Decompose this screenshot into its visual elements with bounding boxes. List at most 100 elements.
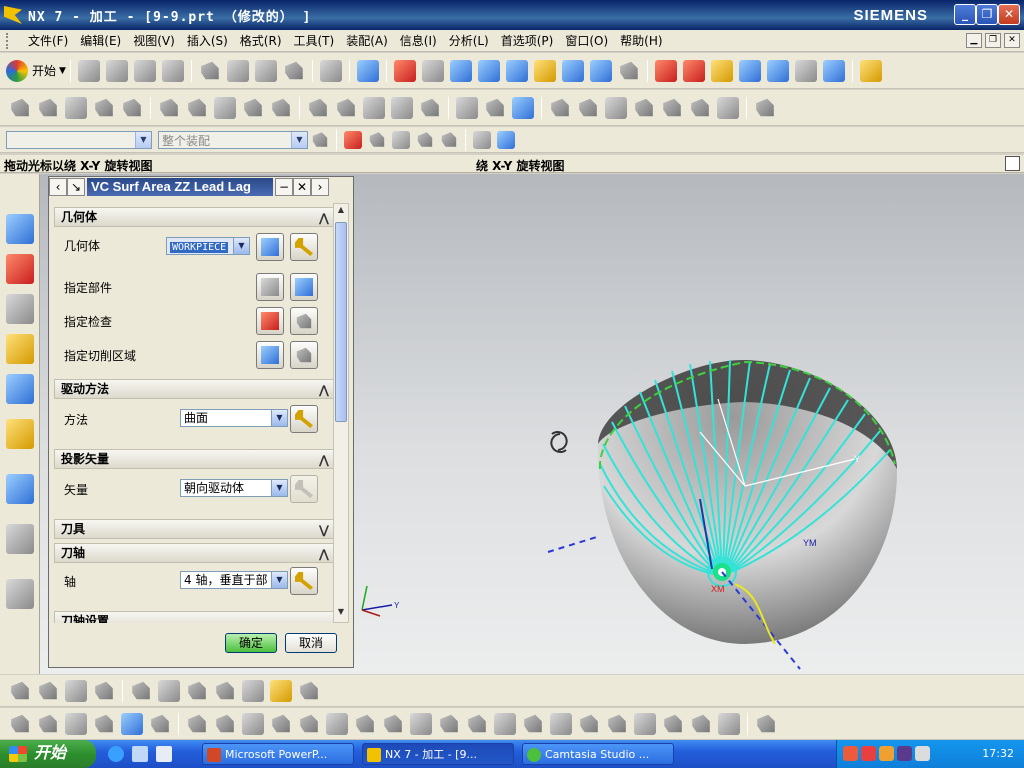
drive-method-select[interactable]: 曲面 ▼ (180, 409, 288, 427)
save-icon[interactable] (133, 59, 156, 82)
mdi-restore-icon[interactable]: ❐ (985, 33, 1001, 48)
feed-rate-icon[interactable] (635, 98, 653, 117)
shell-icon[interactable] (634, 712, 656, 735)
menu-view[interactable]: 视图(V) (127, 32, 181, 49)
pattern-icon[interactable] (242, 679, 264, 702)
new-file-icon[interactable] (77, 59, 100, 82)
zoom-window-icon[interactable] (421, 59, 444, 82)
move-face-icon[interactable] (39, 714, 57, 733)
information-icon[interactable] (6, 474, 34, 504)
intersection-icon[interactable] (441, 132, 457, 147)
zoom-icon[interactable] (449, 59, 472, 82)
wcs-icon[interactable] (654, 59, 677, 82)
section-tool[interactable]: 刀具 ⋁ (54, 519, 334, 539)
create-program-icon[interactable] (11, 98, 29, 117)
program-order-view-icon[interactable] (160, 98, 178, 117)
select-body-icon[interactable] (497, 130, 515, 149)
surface-ops-icon[interactable] (300, 681, 318, 700)
mirror-face-icon[interactable] (300, 714, 318, 733)
dialog-scrollbar[interactable]: ▲ ▼ (333, 203, 349, 623)
speed-icon[interactable] (663, 98, 681, 117)
constraint-navigator-icon[interactable] (6, 254, 34, 284)
tray-ime-icon[interactable] (879, 746, 894, 761)
perspective-icon[interactable] (561, 59, 584, 82)
verify-toolpath-icon[interactable] (766, 59, 789, 82)
coordinate-system-icon[interactable] (682, 59, 705, 82)
palette-icon[interactable] (6, 579, 34, 609)
close-operation-icon[interactable] (756, 98, 774, 117)
operation-navigator-icon[interactable] (6, 294, 34, 324)
rotate-view-icon[interactable] (505, 59, 528, 82)
link-icon[interactable] (158, 679, 180, 702)
make-coplanar-icon[interactable] (384, 714, 402, 733)
print-icon[interactable] (161, 59, 184, 82)
restore-button[interactable]: ❐ (976, 4, 998, 25)
copy-icon[interactable] (226, 59, 249, 82)
radial-dimension-icon[interactable] (550, 712, 572, 735)
replace-face-icon[interactable] (121, 712, 143, 735)
cue-toggle-icon[interactable] (1005, 156, 1020, 171)
reuse-library-icon[interactable] (6, 374, 34, 404)
constraint-face-icon[interactable] (356, 714, 374, 733)
make-coaxial-icon[interactable] (410, 712, 432, 735)
chain-icon[interactable] (664, 714, 682, 733)
tray-network-icon[interactable] (915, 746, 930, 761)
assembly-navigator-icon[interactable] (6, 214, 34, 244)
cancel-button[interactable]: 取消 (285, 633, 337, 653)
list-toolpath-icon[interactable] (363, 96, 385, 119)
tool-axis-select[interactable]: 4 轴，垂直于部 ▼ (180, 571, 288, 589)
resize-blend-icon[interactable] (151, 714, 169, 733)
pan-icon[interactable] (533, 59, 556, 82)
ring-icon[interactable] (692, 714, 710, 733)
windows-start-button[interactable]: 开始 (0, 740, 96, 768)
point-icon[interactable] (11, 681, 29, 700)
show-desktop-icon[interactable] (132, 746, 148, 762)
generate-icon[interactable] (309, 98, 327, 117)
postprocess-icon[interactable] (794, 59, 817, 82)
new-geometry-button[interactable] (256, 233, 284, 261)
shop-documentation-icon[interactable] (512, 96, 534, 119)
transform-icon[interactable] (551, 98, 569, 117)
task-powerpoint[interactable]: Microsoft PowerP... (202, 743, 354, 765)
offset-region-icon[interactable] (95, 714, 113, 733)
window-title-bar[interactable]: NX 7 - 加工 - [9-9.prt （修改的） ] SIEMENS _ ❐… (0, 0, 1024, 30)
menu-format[interactable]: 格式(R) (234, 32, 288, 49)
geometry-view-icon[interactable] (214, 96, 236, 119)
create-operation-icon[interactable] (710, 59, 733, 82)
angular-dimension-icon[interactable] (524, 714, 542, 733)
delete-icon[interactable] (285, 61, 303, 80)
menu-edit[interactable]: 编辑(E) (74, 32, 127, 49)
menu-tools[interactable]: 工具(T) (288, 32, 341, 49)
task-camtasia[interactable]: Camtasia Studio ... (522, 743, 674, 765)
tray-antivirus-icon[interactable] (843, 746, 858, 761)
machining-method-view-icon[interactable] (244, 98, 262, 117)
ok-button[interactable]: 确定 (225, 633, 277, 653)
snap-point-icon[interactable] (344, 130, 362, 149)
dialog-back-icon[interactable]: ‹ (49, 178, 67, 196)
edit-tool-axis-button[interactable] (290, 567, 318, 595)
open-file-icon[interactable] (105, 59, 128, 82)
edit-projection-button[interactable] (290, 475, 318, 503)
mdi-close-icon[interactable]: ✕ (1004, 33, 1020, 48)
output-clsf-icon[interactable] (486, 98, 504, 117)
group-face-icon[interactable] (608, 714, 626, 733)
paste-icon[interactable] (254, 59, 277, 82)
edit-geometry-button[interactable] (290, 233, 318, 261)
feature-ops-icon[interactable] (132, 681, 150, 700)
geometry-select[interactable]: WORKPIECE ▼ (166, 237, 250, 255)
scroll-down-icon[interactable]: ▼ (335, 607, 347, 621)
specify-part-button[interactable] (256, 273, 284, 301)
feature-icon[interactable] (691, 98, 709, 117)
cut-icon[interactable] (201, 61, 219, 80)
section-drive-method[interactable]: 驱动方法 ⋀ (54, 379, 334, 399)
menu-information[interactable]: 信息(I) (394, 32, 443, 49)
undo-icon[interactable] (319, 59, 342, 82)
datum-icon[interactable] (188, 681, 206, 700)
create-geometry-icon[interactable] (65, 96, 87, 119)
rectangle-select-icon[interactable] (473, 130, 491, 149)
menu-assemblies[interactable]: 装配(A) (340, 32, 394, 49)
create-operation-gray-icon[interactable] (123, 98, 141, 117)
dialog-pin-icon[interactable]: ↘ (67, 178, 85, 196)
menu-analysis[interactable]: 分析(L) (443, 32, 495, 49)
make-symmetric-icon[interactable] (468, 714, 486, 733)
